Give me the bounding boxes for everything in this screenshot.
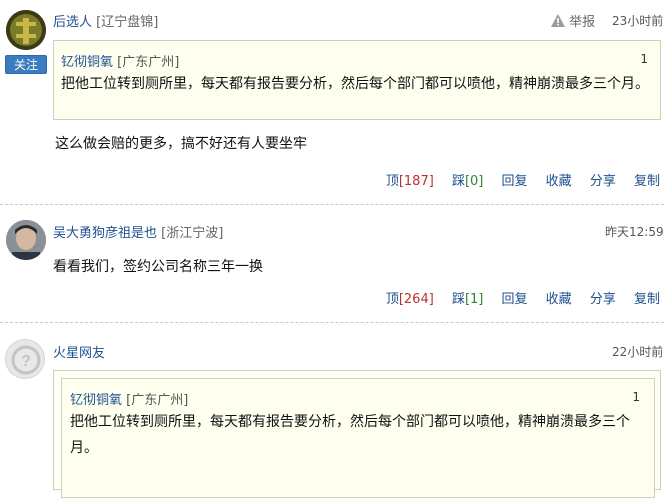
upvote-button[interactable]: 顶[264]	[386, 292, 434, 307]
comment-divider	[0, 322, 664, 323]
comment-actions: 顶[187] 踩[0] 回复 收藏 分享 复制	[372, 170, 660, 189]
quote-location: [广东广州]	[117, 55, 180, 70]
warning-icon	[551, 14, 565, 27]
report-label: 举报	[569, 15, 596, 30]
username-link[interactable]: 火星网友	[53, 346, 105, 361]
avatar-image	[6, 10, 46, 50]
comment-header: 后选人 [辽宁盘锦]	[53, 11, 158, 30]
comment-time: 23小时前	[612, 14, 664, 28]
comment-time: 昨天12:59	[605, 225, 664, 239]
user-avatar[interactable]	[6, 10, 46, 50]
comment-body: 这么做会赔的更多，搞不好还有人要坐牢	[55, 136, 307, 152]
quote-box: 钇彻铜氧 [广东广州] 1 把他工位转到厕所里，每天都有报告要分析，然后每个部门…	[53, 40, 661, 120]
copy-button[interactable]: 复制	[634, 174, 660, 189]
share-button[interactable]: 分享	[590, 174, 616, 189]
upvote-button[interactable]: 顶[187]	[386, 174, 434, 189]
quote-box: 钇彻铜氧 [广东广州] 1 把他工位转到厕所里，每天都有报告要分析，然后每个部门…	[61, 378, 655, 498]
comment-header: 吴大勇狗彦祖是也 [浙江宁波]	[53, 222, 223, 241]
comment-body: 看看我们，签约公司名称三年一换	[53, 259, 263, 275]
quote-text: 把他工位转到厕所里，每天都有报告要分析，然后每个部门都可以喷他，精神崩溃最多三个…	[70, 414, 630, 456]
floor-number: 1	[632, 390, 640, 404]
username-link[interactable]: 吴大勇狗彦祖是也	[53, 226, 157, 241]
quote-text: 把他工位转到厕所里，每天都有报告要分析，然后每个部门都可以喷他，精神崩溃最多三个…	[61, 76, 649, 92]
downvote-button[interactable]: 踩[1]	[452, 292, 483, 307]
share-button[interactable]: 分享	[590, 292, 616, 307]
user-avatar[interactable]	[6, 220, 46, 260]
comment-actions: 顶[264] 踩[1] 回复 收藏 分享 复制	[372, 288, 660, 307]
floor-number: 1	[640, 52, 648, 66]
quote-username[interactable]: 钇彻铜氧	[61, 55, 113, 70]
default-avatar[interactable]: ?	[5, 339, 45, 379]
user-location: [辽宁盘锦]	[96, 15, 159, 30]
quote-location: [广东广州]	[126, 393, 189, 408]
quote-box-outer: 钇彻铜氧 [广东广州] 1 把他工位转到厕所里，每天都有报告要分析，然后每个部门…	[53, 370, 661, 498]
comment-header: 火星网友	[53, 342, 105, 361]
report-link[interactable]: 举报	[551, 11, 595, 30]
copy-button[interactable]: 复制	[634, 292, 660, 307]
username-link[interactable]: 后选人	[53, 15, 92, 30]
question-mark-icon: ?	[11, 345, 41, 375]
reply-button[interactable]: 回复	[502, 292, 528, 307]
avatar-image	[6, 220, 46, 260]
downvote-button[interactable]: 踩[0]	[452, 174, 483, 189]
comment-divider	[0, 204, 664, 205]
follow-button[interactable]: 关注	[5, 55, 47, 74]
comment-time: 22小时前	[612, 345, 664, 359]
reply-button[interactable]: 回复	[502, 174, 528, 189]
user-location: [浙江宁波]	[161, 226, 224, 241]
svg-text:?: ?	[21, 353, 31, 370]
collect-button[interactable]: 收藏	[546, 292, 572, 307]
collect-button[interactable]: 收藏	[546, 174, 572, 189]
quote-username[interactable]: 钇彻铜氧	[70, 393, 122, 408]
